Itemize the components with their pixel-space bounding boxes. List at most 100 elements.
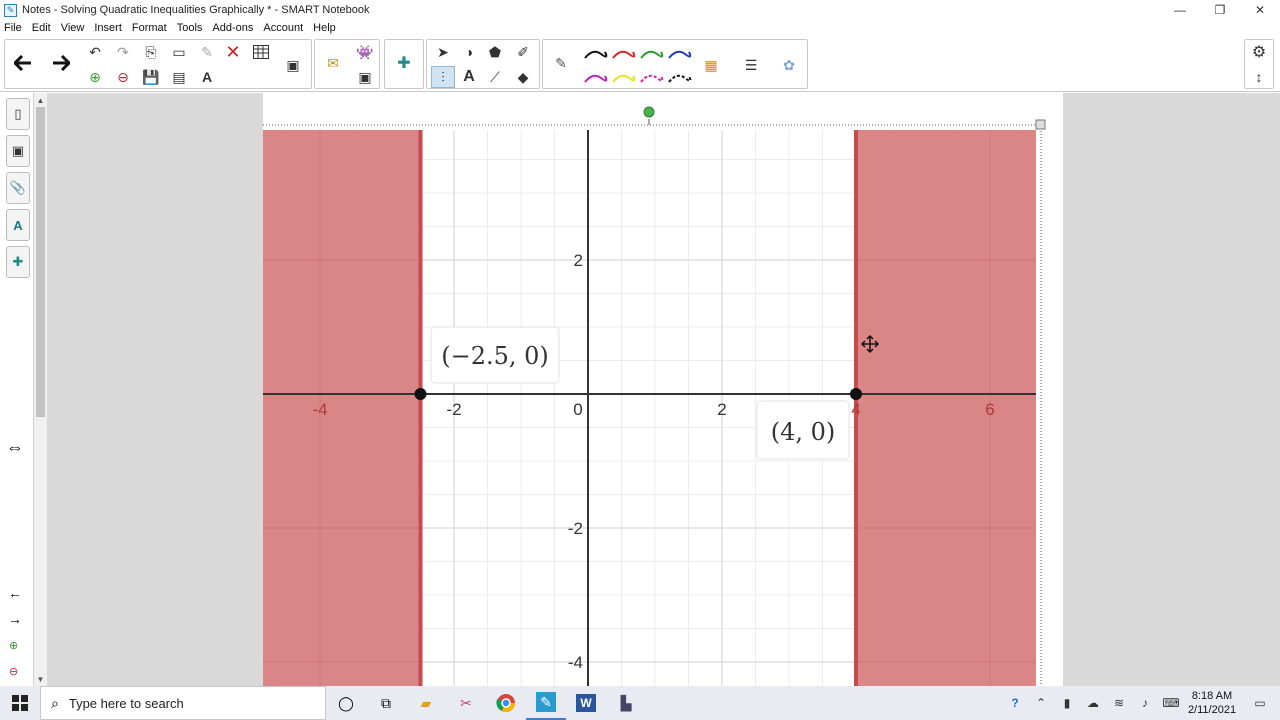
save-icon[interactable]: 💾 (139, 66, 163, 88)
task-view-icon[interactable]: ⧉ (366, 686, 406, 720)
gallery-icon[interactable]: ▣ (6, 135, 30, 167)
menu-addons[interactable]: Add-ons (212, 22, 253, 34)
previous-page-icon[interactable]: ← (8, 585, 22, 601)
menu-account[interactable]: Account (263, 22, 303, 34)
chrome-icon[interactable] (486, 686, 526, 720)
point-left (414, 388, 427, 400)
add-page-side-icon[interactable]: ⊕ (9, 639, 18, 652)
menu-tools[interactable]: Tools (177, 22, 203, 34)
eraser-icon[interactable]: ◆ (511, 66, 535, 88)
line-style-icon[interactable]: ☰ (739, 54, 763, 76)
x-tick-label: -2 (446, 400, 461, 419)
screen-capture-icon[interactable]: ▭ (167, 41, 191, 63)
delete-page-side-icon[interactable]: ⊖ (9, 665, 18, 678)
show-hidden-icons-icon[interactable]: ⌃ (1028, 686, 1054, 720)
clear-ink-icon[interactable]: ✎ (195, 41, 219, 63)
pen-tools-icon[interactable]: ⫶ (431, 66, 455, 88)
search-icon: ⌕ (51, 694, 59, 711)
file-explorer-icon[interactable]: ▰ (406, 686, 446, 720)
wifi-icon[interactable]: ≋ (1106, 686, 1132, 720)
line-icon[interactable]: ⟋ (483, 66, 507, 88)
lab-activity-icon[interactable]: 👾 (353, 41, 377, 63)
response-icon[interactable]: ✉ (321, 52, 345, 74)
taskbar-search-box[interactable]: ⌕ Type here to search (40, 686, 326, 720)
smart-notebook-taskbar-icon[interactable]: ✎ (526, 686, 566, 720)
shaded-region-right (856, 130, 1036, 686)
magic-pen-icon[interactable]: ✐ (511, 41, 535, 63)
select-icon[interactable]: ➤ (431, 41, 455, 63)
addons-puzzle-icon[interactable]: ✚ (392, 52, 416, 74)
delete-page-icon[interactable]: ⊖ (111, 66, 135, 88)
windows-start-icon[interactable] (0, 686, 40, 720)
scroll-up-icon[interactable]: ▲ (34, 94, 47, 106)
scrollbar-thumb[interactable] (36, 107, 45, 417)
notifications-icon[interactable]: ▭ (1240, 686, 1280, 720)
menu-help[interactable]: Help (313, 22, 336, 34)
system-tray: ? ⌃ ▮ ☁ ≋ ♪ ⌨ 8:18 AM 2/11/2021 ▭ (1002, 686, 1280, 720)
paste-icon[interactable]: ⎘ (139, 41, 163, 63)
forward-arrow-icon[interactable] (49, 52, 73, 74)
window-title: Notes - Solving Quadratic Inequalities G… (22, 4, 370, 16)
toolbar-group-tools: ➤ ◑ ⬟ ✐ ⫶ A ⟋ ◆ (426, 39, 540, 89)
object-menu-icon[interactable] (1035, 119, 1046, 130)
settings-icon[interactable]: ⚙ (1247, 41, 1271, 63)
page-sorter-icon[interactable]: ▯ (6, 98, 30, 130)
onedrive-icon[interactable]: ☁ (1080, 686, 1106, 720)
delete-icon[interactable]: ✕ (221, 41, 245, 63)
text-icon[interactable]: A (457, 66, 481, 88)
color-palette-icon[interactable]: ▦ (699, 54, 723, 76)
search-placeholder: Type here to search (68, 695, 184, 711)
minimize-button[interactable]: — (1160, 0, 1200, 20)
menu-file[interactable]: File (4, 22, 22, 34)
shapes-icon[interactable]: ◑ (457, 41, 481, 63)
close-button[interactable]: ✕ (1240, 0, 1280, 20)
next-page-icon[interactable]: → (8, 611, 22, 627)
presenter-tool-icon[interactable]: ▙ (606, 686, 646, 720)
text-format-icon[interactable]: A (195, 66, 219, 88)
x-tick-label: -4 (312, 400, 327, 419)
restore-button[interactable]: ❐ (1200, 0, 1240, 20)
usb-icon[interactable]: ▮ (1054, 686, 1080, 720)
resize-panel-icon[interactable]: ⇔ (6, 437, 24, 458)
menu-format[interactable]: Format (132, 22, 167, 34)
scroll-down-icon[interactable]: ▼ (34, 673, 47, 685)
graph-image[interactable]: -4 -2 0 2 4 6 2 -2 -4 (−2.5, 0) (4, 0) (263, 93, 1063, 686)
move-toolbar-icon[interactable]: ↕ (1247, 66, 1271, 88)
add-page-icon[interactable]: ⊕ (83, 66, 107, 88)
clock[interactable]: 8:18 AM 2/11/2021 (1184, 689, 1240, 717)
y-tick-label: -2 (568, 519, 583, 538)
menu-edit[interactable]: Edit (32, 22, 51, 34)
menu-insert[interactable]: Insert (94, 22, 122, 34)
rotate-handle[interactable] (643, 106, 655, 118)
word-icon[interactable]: W (566, 686, 606, 720)
toolbar-group-edit: ↶ ↷ ⎘ ▭ ✎ ✕ ⊕ ⊖ 💾 ▤ A ▣ (4, 39, 312, 89)
fill-effect-icon[interactable]: ✿ (777, 54, 801, 76)
menu-view[interactable]: View (61, 22, 85, 34)
fill-icon[interactable]: ⬟ (483, 41, 507, 63)
undo-icon[interactable]: ↶ (83, 41, 107, 63)
volume-icon[interactable]: ♪ (1132, 686, 1158, 720)
notebook-page[interactable]: -4 -2 0 2 4 6 2 -2 -4 (−2.5, 0) (4, 0) (263, 93, 1063, 686)
smart-board-icon[interactable]: ▣ (353, 66, 377, 88)
keyboard-icon[interactable]: ⌨ (1158, 686, 1184, 720)
pen-color-swatches[interactable] (583, 46, 713, 86)
full-screen-icon[interactable]: ▤ (167, 66, 191, 88)
document-camera-icon[interactable]: ▣ (281, 54, 305, 76)
help-icon[interactable]: ? (1002, 686, 1028, 720)
back-arrow-icon[interactable] (11, 52, 35, 74)
vertical-scrollbar[interactable]: ▲ ▼ (34, 93, 47, 686)
cortana-icon[interactable]: ◯ (326, 686, 366, 720)
redo-icon[interactable]: ↷ (111, 41, 135, 63)
shaded-region-left (263, 130, 421, 686)
attachments-icon[interactable]: 📎 (6, 172, 30, 204)
table-icon[interactable] (249, 41, 273, 63)
snipping-tool-icon[interactable]: ✂ (446, 686, 486, 720)
pen-icon[interactable]: ✎ (549, 52, 573, 74)
addons-icon[interactable]: ✚ (6, 246, 30, 278)
clock-time: 8:18 AM (1191, 690, 1233, 702)
clock-date: 2/11/2021 (1187, 704, 1237, 716)
point-right (850, 388, 862, 400)
point-label-left: (−2.5, 0) (430, 326, 560, 384)
toolbar-group-settings: ⚙ ↕ (1244, 39, 1274, 89)
properties-icon[interactable]: A (6, 209, 30, 241)
